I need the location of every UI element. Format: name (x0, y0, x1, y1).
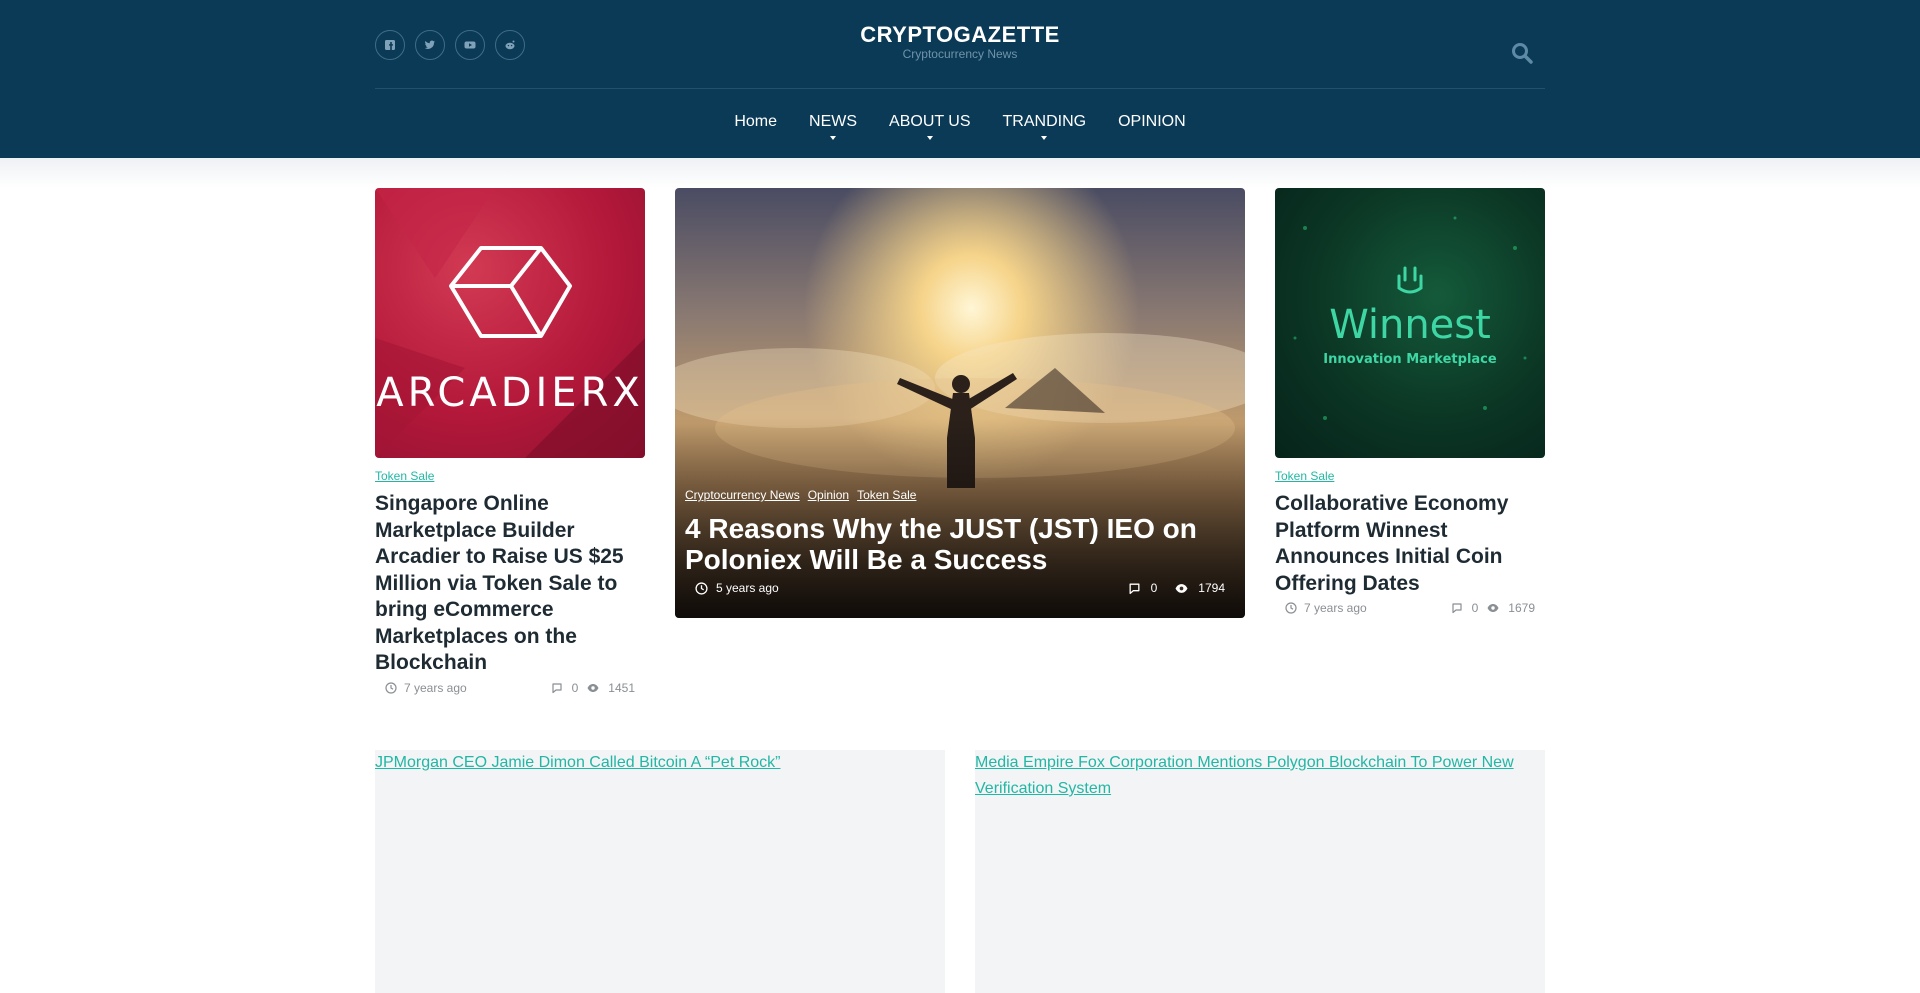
article-card-wide: Media Empire Fox Corporation Mentions Po… (975, 750, 1545, 993)
featured-article[interactable]: Cryptocurrency News Opinion Token Sale 4… (675, 188, 1245, 618)
caret-down-icon (926, 136, 933, 140)
site-title[interactable]: CRYPTOGAZETTE (375, 22, 1545, 48)
winnest-logo: Winnest Innovation Marketplace (1293, 216, 1527, 420)
eye-icon (1487, 604, 1499, 612)
search-button[interactable] (1511, 42, 1535, 66)
category-link[interactable]: Opinion (808, 488, 849, 502)
winnest-logo-subtext: Innovation Marketplace (1323, 352, 1497, 367)
category-link[interactable]: Token Sale (375, 469, 434, 483)
article-time: 7 years ago (404, 680, 467, 695)
category-link[interactable]: Cryptocurrency News (685, 488, 800, 502)
nav-label: OPINION (1118, 113, 1186, 130)
search-icon (1512, 43, 1533, 64)
feature-categories: Cryptocurrency News Opinion Token Sale (685, 488, 916, 502)
main-nav: Home NEWS ABOUT US TRANDING OPINION (375, 112, 1545, 140)
article-image-link[interactable]: JPMorgan CEO Jamie Dimon Called Bitcoin … (375, 750, 945, 776)
nav-item-home[interactable]: Home (734, 112, 777, 132)
eye-icon (1175, 583, 1188, 593)
site-tagline: Cryptocurrency News (902, 47, 1018, 61)
header-shadow (0, 158, 1920, 188)
caret-down-icon (830, 136, 837, 140)
category-link[interactable]: Token Sale (1275, 469, 1334, 483)
article-image-link[interactable]: Media Empire Fox Corporation Mentions Po… (975, 750, 1545, 802)
winnest-logo-text: Winnest (1329, 302, 1491, 348)
nav-label: Home (734, 113, 778, 130)
article-title[interactable]: Collaborative Economy Platform Winnest A… (1275, 491, 1545, 597)
nav-item-about-us[interactable]: ABOUT US (889, 112, 971, 140)
comment-count[interactable]: 0 (1472, 601, 1479, 615)
caret-down-icon (1041, 136, 1048, 140)
nav-item-tranding[interactable]: TRANDING (1002, 112, 1087, 140)
nav-label: TRANDING (1002, 113, 1087, 130)
clock-icon (1285, 602, 1297, 614)
comment-icon (552, 682, 562, 693)
arcadierx-logo: ARCADIERX (375, 188, 645, 458)
article-card: ARCADIERX Token Sale Singapore Online Ma… (375, 188, 645, 697)
nav-item-news[interactable]: NEWS (809, 112, 858, 140)
comment-icon (1129, 583, 1140, 594)
article-title[interactable]: Singapore Online Marketplace Builder Arc… (375, 491, 645, 677)
feature-time: 5 years ago (716, 581, 779, 595)
site-header: CRYPTOGAZETTE Cryptocurrency News Home N… (0, 0, 1920, 158)
clock-icon (695, 581, 708, 595)
header-divider (375, 88, 1545, 89)
feature-meta: 5 years ago 0 1794 (695, 581, 1225, 597)
arcadierx-logo-text: ARCADIERX (376, 370, 644, 416)
site-brand[interactable]: CRYPTOGAZETTE Cryptocurrency News (375, 22, 1545, 60)
nav-label: NEWS (809, 113, 858, 130)
article-meta: 7 years ago 0 1451 (375, 681, 645, 697)
nav-label: ABOUT US (889, 113, 971, 130)
article-meta: 7 years ago 0 1679 (1275, 601, 1545, 617)
comment-count[interactable]: 0 (1151, 581, 1158, 595)
article-thumbnail[interactable]: ARCADIERX (375, 188, 645, 458)
view-count: 1794 (1198, 581, 1225, 595)
clock-icon (385, 681, 397, 694)
article-time: 7 years ago (1304, 601, 1367, 615)
nav-item-opinion[interactable]: OPINION (1118, 112, 1186, 132)
comment-count[interactable]: 0 (572, 681, 579, 695)
category-link[interactable]: Token Sale (857, 488, 916, 502)
article-card: Winnest Innovation Marketplace Token Sal… (1275, 188, 1545, 617)
article-thumbnail[interactable]: Winnest Innovation Marketplace (1275, 188, 1545, 458)
eye-icon (587, 683, 599, 692)
feature-title[interactable]: 4 Reasons Why the JUST (JST) IEO on Polo… (685, 513, 1225, 575)
header-inner: CRYPTOGAZETTE Cryptocurrency News Home N… (375, 0, 1545, 158)
article-card-wide: JPMorgan CEO Jamie Dimon Called Bitcoin … (375, 750, 945, 993)
comment-icon (1452, 603, 1462, 614)
view-count: 1679 (1508, 601, 1535, 615)
view-count: 1451 (608, 680, 635, 695)
